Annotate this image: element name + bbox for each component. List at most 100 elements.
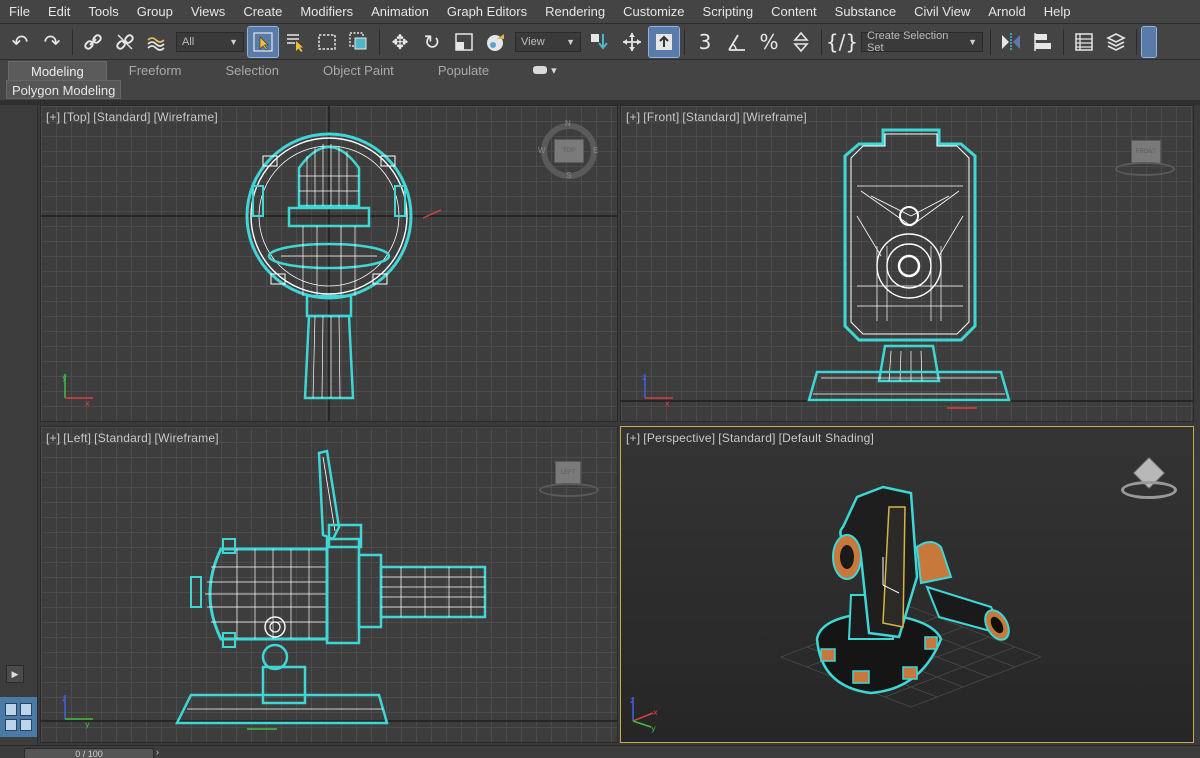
menu-file[interactable]: File: [0, 0, 39, 24]
undo-icon[interactable]: ↶: [5, 27, 35, 57]
menu-modifiers[interactable]: Modifiers: [291, 0, 362, 24]
layout-cell: [20, 718, 32, 731]
compass-e: E: [593, 146, 599, 155]
menu-substance[interactable]: Substance: [826, 0, 905, 24]
toolbar-separator: [72, 28, 73, 55]
menu-tools[interactable]: Tools: [79, 0, 127, 24]
selection-filter-dropdown[interactable]: All ▼: [176, 31, 244, 52]
reference-coordinate-value: View: [521, 35, 545, 48]
layout-cell: [20, 703, 32, 716]
chevron-right-icon[interactable]: ›: [156, 747, 159, 757]
named-sets-icon[interactable]: {/}: [826, 27, 858, 57]
viewport-top[interactable]: [+] [Top] [Standard] [Wireframe] y x TOP…: [40, 105, 618, 422]
selection-set-dropdown[interactable]: Create Selection Set ▼: [861, 30, 983, 54]
tab-modeling[interactable]: Modeling: [8, 60, 107, 80]
menu-views[interactable]: Views: [182, 0, 234, 24]
viewport-perspective[interactable]: [+] [Perspective] [Standard] [Default Shadi…: [620, 426, 1194, 743]
angle-snap-icon[interactable]: [722, 27, 752, 57]
viewcube-front-face[interactable]: FRONT: [1131, 140, 1161, 164]
toolbar-overflow-icon[interactable]: [1141, 25, 1157, 58]
time-slider[interactable]: 0 / 100: [24, 748, 154, 758]
viewcube-ring[interactable]: [1115, 162, 1175, 176]
menu-help[interactable]: Help: [1035, 0, 1080, 24]
left-axis-y: y: [85, 720, 90, 729]
align-icon[interactable]: [1028, 27, 1058, 57]
spinner-snap-icon[interactable]: [786, 27, 816, 57]
left-view-model: z y: [41, 449, 617, 730]
placement-icon[interactable]: [481, 27, 511, 57]
scale-icon[interactable]: [449, 27, 479, 57]
left-axis-z: z: [62, 694, 66, 703]
select-by-name-icon[interactable]: [280, 27, 310, 57]
link-icon[interactable]: [78, 27, 108, 57]
menu-civil-view[interactable]: Civil View: [905, 0, 979, 24]
toolbar-separator: [990, 28, 991, 55]
tab-selection[interactable]: Selection: [204, 61, 301, 80]
selection-filter-value: All: [182, 35, 195, 48]
toolbar-separator: [1063, 28, 1064, 55]
scene-explorer-icon[interactable]: [1069, 27, 1099, 57]
tab-populate[interactable]: Populate: [416, 61, 511, 80]
rect-region-icon[interactable]: [312, 27, 342, 57]
layout-cell: [5, 703, 17, 716]
viewcube-left-face[interactable]: LEFT: [555, 461, 581, 485]
main-toolbar: ↶ ↷ All ▼ ✥ ↻ View ▼ 3 % {/} Create Sele…: [0, 24, 1200, 60]
menu-animation[interactable]: Animation: [362, 0, 438, 24]
menu-edit[interactable]: Edit: [39, 0, 79, 24]
compass-n: N: [565, 119, 571, 128]
polygon-modeling-panel[interactable]: Polygon Modeling: [6, 80, 122, 99]
viewcube-perspective[interactable]: [1121, 457, 1177, 505]
keyboard-shortcut-icon[interactable]: [648, 25, 680, 58]
mirror-icon[interactable]: [996, 27, 1026, 57]
menu-create[interactable]: Create: [234, 0, 291, 24]
top-axis-x: x: [85, 399, 90, 408]
play-icon[interactable]: ▶: [6, 665, 24, 683]
viewport-left[interactable]: [+] [Left] [Standard] [Wireframe] z y LE…: [40, 426, 618, 743]
menu-arnold[interactable]: Arnold: [979, 0, 1035, 24]
persp-axis-z: z: [630, 696, 634, 705]
select-manipulate-icon[interactable]: [617, 27, 647, 57]
front-view-model: z x: [621, 128, 1193, 409]
chevron-down-icon: ▾: [551, 64, 557, 77]
pivot-icon[interactable]: [585, 27, 615, 57]
menu-rendering[interactable]: Rendering: [536, 0, 614, 24]
persp-axis-x: x: [653, 708, 658, 717]
tab-freeform[interactable]: Freeform: [107, 61, 204, 80]
reference-coordinate-dropdown[interactable]: View ▼: [515, 31, 581, 52]
menu-bar: File Edit Tools Group Views Create Modif…: [0, 0, 1200, 24]
chevron-down-icon: ▼: [229, 36, 238, 47]
select-object-icon[interactable]: [247, 25, 279, 58]
menu-customize[interactable]: Customize: [614, 0, 693, 24]
viewport-front[interactable]: [+] [Front] [Standard] [Wireframe] z x FRON…: [620, 105, 1194, 422]
unlink-icon[interactable]: [110, 27, 140, 57]
front-axis-z: z: [642, 373, 646, 382]
redo-icon[interactable]: ↷: [37, 27, 67, 57]
layout-cell: [5, 718, 17, 731]
top-axis-y: y: [62, 373, 67, 382]
ribbon-options-button[interactable]: ▾: [533, 64, 557, 77]
viewcube-ring: [1121, 481, 1177, 499]
perspective-view-model: z x y: [630, 485, 1043, 733]
chevron-down-icon: ▼: [566, 36, 575, 47]
bind-spacewarp-icon[interactable]: [142, 27, 172, 57]
ribbon-tabs: Modeling Freeform Selection Object Paint…: [0, 60, 1200, 80]
layer-explorer-icon[interactable]: [1101, 27, 1131, 57]
menu-group[interactable]: Group: [128, 0, 182, 24]
tab-object-paint[interactable]: Object Paint: [301, 61, 416, 80]
menu-graph-editors[interactable]: Graph Editors: [438, 0, 536, 24]
compass-s: S: [566, 171, 572, 180]
window-crossing-icon[interactable]: [344, 27, 374, 57]
move-icon[interactable]: ✥: [385, 27, 415, 57]
menu-content[interactable]: Content: [762, 0, 826, 24]
viewcube-top-face[interactable]: TOP: [554, 139, 584, 163]
rotate-icon[interactable]: ↻: [417, 27, 447, 57]
percent-snap-icon[interactable]: %: [754, 27, 784, 57]
ribbon-toggle-icon: [533, 66, 548, 74]
ribbon-panel: Polygon Modeling: [0, 80, 1200, 100]
viewport-layout-button[interactable]: [0, 697, 37, 737]
snap-icon[interactable]: 3: [690, 27, 720, 57]
percent-snap-value: %: [759, 29, 779, 54]
viewcube-compass[interactable]: TOP N S W E: [538, 119, 599, 180]
menu-scripting[interactable]: Scripting: [694, 0, 763, 24]
viewcube-ring[interactable]: [539, 483, 599, 497]
